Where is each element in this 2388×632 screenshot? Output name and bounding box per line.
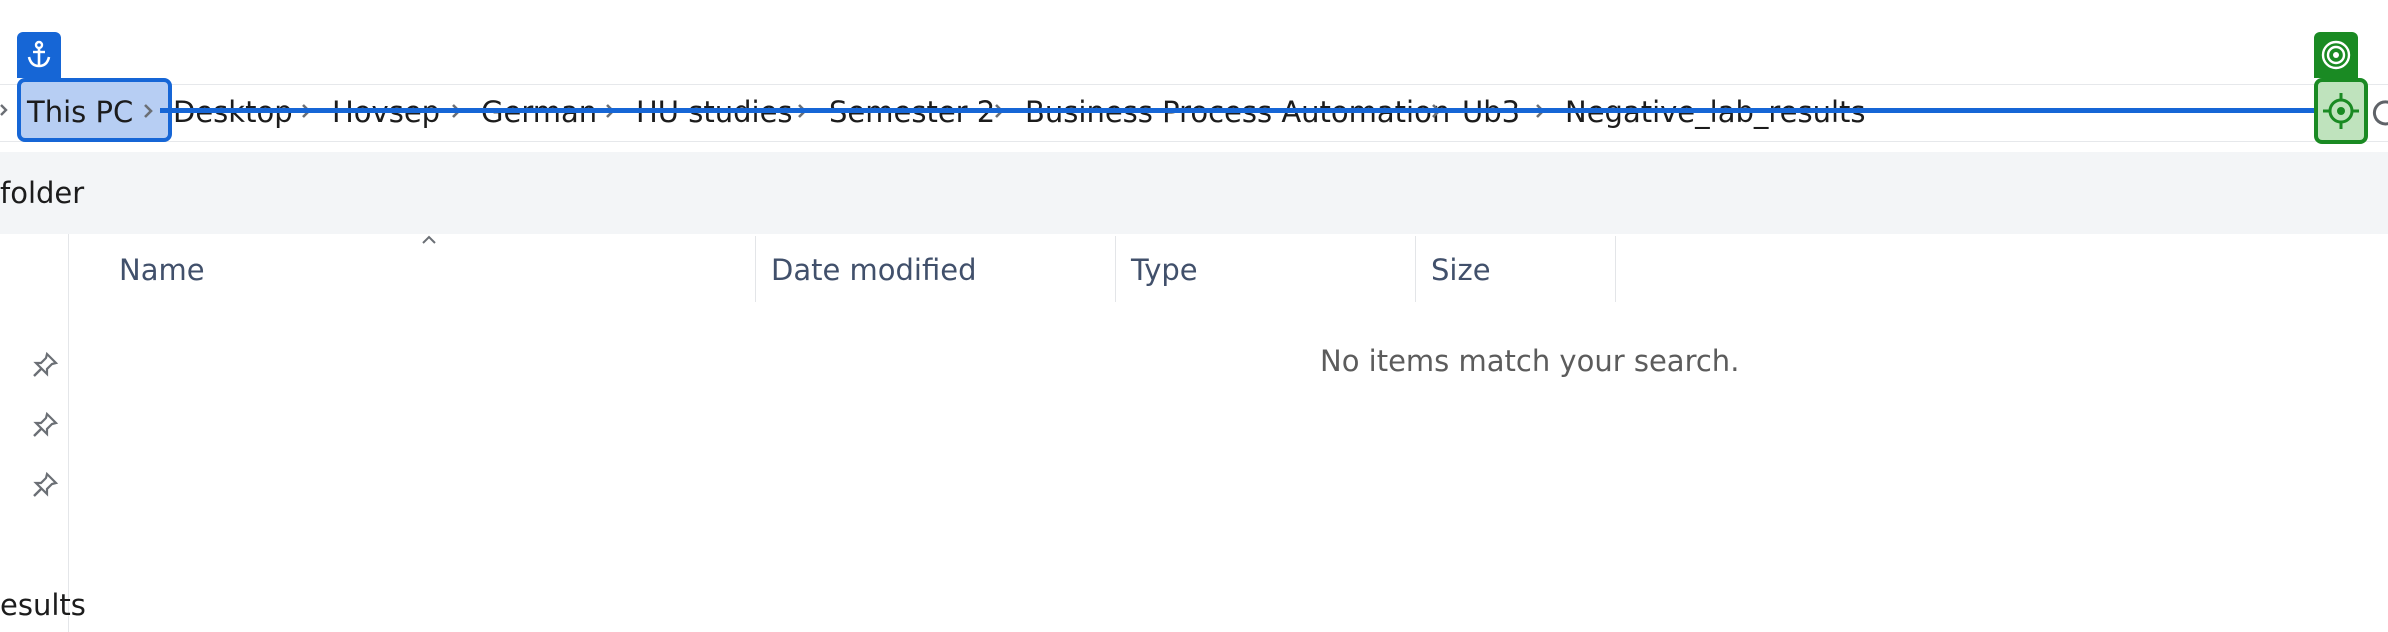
column-divider[interactable] <box>1615 236 1616 302</box>
chevron-right-icon[interactable] <box>0 100 8 120</box>
file-explorer-window: This PC Desktop Hovsep German HU studies… <box>0 0 2388 632</box>
column-header-name[interactable]: Name <box>119 250 205 290</box>
pin-icon[interactable] <box>30 470 60 500</box>
crosshair-icon <box>2322 92 2360 130</box>
anchor-icon <box>17 32 61 78</box>
new-folder-button[interactable]: folder <box>0 176 84 210</box>
drag-path-line <box>160 108 2316 113</box>
breadcrumb-this-pc[interactable]: This PC <box>27 92 133 132</box>
chevron-right-icon[interactable] <box>141 100 155 122</box>
bullseye-icon <box>2314 32 2358 78</box>
pin-icon[interactable] <box>30 410 60 440</box>
empty-folder-message: No items match your search. <box>1320 344 1740 378</box>
column-divider[interactable] <box>1115 236 1116 302</box>
pin-icon[interactable] <box>30 350 60 380</box>
column-divider[interactable] <box>1415 236 1416 302</box>
column-header-type[interactable]: Type <box>1131 250 1198 290</box>
nav-item-label[interactable]: esults <box>0 588 86 622</box>
drop-target-highlight <box>2314 78 2368 144</box>
column-divider[interactable] <box>755 236 756 302</box>
command-bar <box>0 152 2388 234</box>
refresh-icon[interactable] <box>2368 96 2388 130</box>
sort-ascending-icon <box>419 232 439 246</box>
column-header-date-modified[interactable]: Date modified <box>771 250 977 290</box>
column-header-size[interactable]: Size <box>1431 250 1491 290</box>
